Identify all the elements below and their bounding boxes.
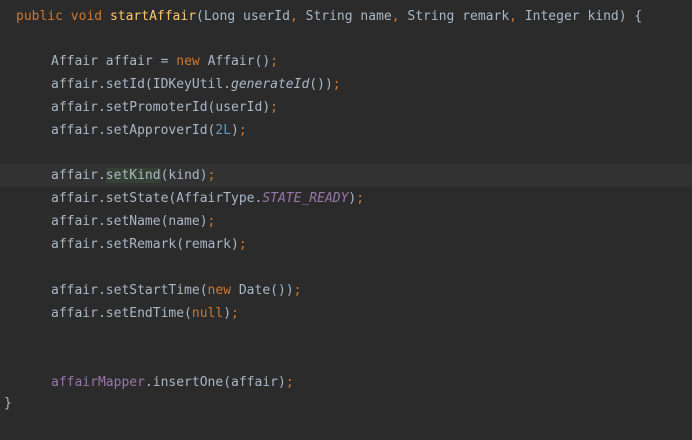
call-text: affair.setEndTime(: [51, 306, 192, 321]
kw-new: new: [207, 283, 232, 298]
assign-op: =: [160, 54, 169, 69]
paren-open: (: [196, 9, 204, 24]
line-text: affair.setRemark(remark);: [51, 233, 247, 256]
static-constant: STATE_READY: [262, 191, 349, 206]
code-line-set-approver: affair.setApproverId(2L);: [0, 119, 692, 142]
ctor-call: Affair(): [207, 54, 271, 69]
line-text: affair.setStartTime(new Date());: [51, 279, 301, 302]
call-args: (kind): [160, 168, 208, 183]
call-text: affair.setState(AffairType.: [51, 191, 263, 206]
param-name: userId: [243, 9, 290, 24]
static-method-call: generateId: [231, 77, 310, 92]
param-name: kind: [587, 9, 619, 24]
code-line-set-promoter: affair.setPromoterId(userId);: [0, 96, 692, 119]
call-text: affair.setId(IDKeyUtil.: [51, 77, 232, 92]
param-type: String: [305, 9, 353, 24]
param-type: Long: [203, 9, 236, 24]
code-line-set-state: affair.setState(AffairType.STATE_READY);: [0, 187, 692, 210]
brace-close: }: [4, 396, 12, 411]
semicolon: ;: [207, 168, 216, 183]
line-text: affair.setName(name);: [51, 210, 215, 233]
semicolon: ;: [332, 77, 341, 92]
receiver: affair.: [51, 168, 106, 183]
call-tail: ()): [309, 77, 333, 92]
paren-close: ): [231, 123, 239, 138]
kw-void: void: [70, 9, 103, 24]
semicolon: ;: [270, 100, 278, 115]
semicolon: ;: [238, 237, 247, 252]
semicolon: ;: [293, 283, 302, 298]
param-name: remark: [462, 9, 510, 24]
call-text: affair.setName(name): [51, 214, 208, 229]
code-editor[interactable]: public void startAffair(Long userId, Str…: [0, 0, 692, 411]
highlighted-method: setKind: [105, 168, 161, 183]
code-line-set-remark: affair.setRemark(remark);: [0, 233, 692, 256]
code-line-signature: public void startAffair(Long userId, Str…: [0, 5, 692, 28]
call-text: affair.setPromoterId(userId): [51, 100, 271, 115]
brace-open: {: [634, 9, 643, 24]
kw-public: public: [16, 9, 63, 24]
call-text: .insertOne(affair): [144, 375, 286, 390]
number-literal: 2L: [215, 123, 232, 138]
call-text: affair.setApproverId(: [51, 123, 216, 138]
code-line-insert: affairMapper.insertOne(affair);: [0, 371, 692, 394]
code-line-new-affair: Affair affair = new Affair();: [0, 50, 692, 73]
comma: ,: [509, 9, 517, 24]
paren-close: ): [223, 306, 232, 321]
var-name: affair: [105, 54, 153, 69]
paren-close: ): [618, 9, 627, 24]
code-line-set-id: affair.setId(IDKeyUtil.generateId());: [0, 73, 692, 96]
line-text: affair.setPromoterId(userId);: [51, 96, 278, 119]
semicolon: ;: [270, 54, 279, 69]
param-type: Integer: [524, 9, 580, 24]
call-text: affair.setRemark(remark): [51, 237, 239, 252]
comma: ,: [391, 9, 400, 24]
call-text: affair.setStartTime(: [51, 283, 208, 298]
line-text: affair.setApproverId(2L);: [51, 119, 247, 142]
semicolon: ;: [231, 306, 239, 321]
line-text: Affair affair = new Affair();: [51, 50, 278, 73]
code-line-set-kind: affair.setKind(kind);: [0, 164, 692, 187]
code-line-set-start-time: affair.setStartTime(new Date());: [0, 279, 692, 302]
kw-null: null: [191, 306, 224, 321]
code-line-set-name: affair.setName(name);: [0, 210, 692, 233]
field-ref: affairMapper: [51, 375, 145, 390]
semicolon: ;: [285, 375, 294, 390]
param-name: name: [360, 9, 392, 24]
comma: ,: [289, 9, 298, 24]
semicolon: ;: [238, 123, 247, 138]
semicolon: ;: [356, 191, 365, 206]
line-text: affairMapper.insertOne(affair);: [51, 371, 294, 394]
code-line-set-end-time: affair.setEndTime(null);: [0, 302, 692, 325]
param-type: String: [407, 9, 455, 24]
semicolon: ;: [207, 214, 216, 229]
signature-text: public void startAffair(Long userId, Str…: [16, 5, 642, 28]
line-text: affair.setState(AffairType.STATE_READY);: [51, 187, 364, 210]
line-text: affair.setKind(kind);: [51, 164, 215, 187]
ctor-call: Date()): [231, 283, 294, 298]
line-text: affair.setEndTime(null);: [51, 302, 239, 325]
kw-new: new: [176, 54, 200, 69]
type-name: Affair: [51, 54, 98, 69]
method-name: startAffair: [109, 9, 197, 24]
line-text: affair.setId(IDKeyUtil.generateId());: [51, 73, 341, 96]
